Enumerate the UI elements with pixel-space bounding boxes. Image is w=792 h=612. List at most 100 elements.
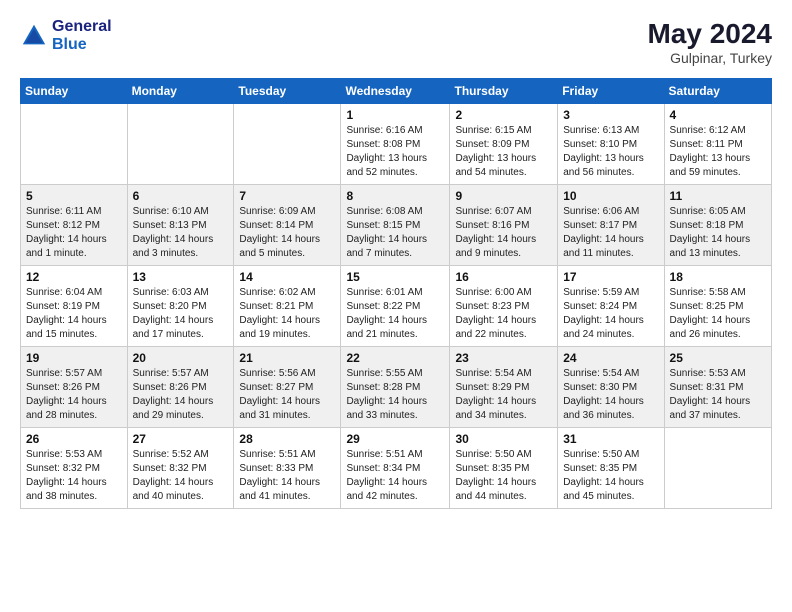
day-info: Sunrise: 6:07 AM Sunset: 8:16 PM Dayligh… bbox=[455, 205, 552, 261]
day-number: 25 bbox=[670, 351, 766, 365]
calendar-cell: 29 Sunrise: 5:51 AM Sunset: 8:34 PM Dayli… bbox=[341, 428, 450, 509]
day-number: 12 bbox=[26, 270, 122, 284]
week-row-1: 1Sunrise: 6:16 AM Sunset: 8:08 PM Daylig… bbox=[21, 104, 772, 185]
day-number: 5 bbox=[26, 189, 122, 203]
calendar-cell: 6Sunrise: 6:10 AM Sunset: 8:13 PM Daylig… bbox=[127, 185, 234, 266]
week-row-2: 5Sunrise: 6:11 AM Sunset: 8:12 PM Daylig… bbox=[21, 185, 772, 266]
calendar-cell: 21Sunrise: 5:56 AM Sunset: 8:27 PM Dayli… bbox=[234, 347, 341, 428]
day-number: 13 bbox=[133, 270, 229, 284]
location: Gulpinar, Turkey bbox=[647, 50, 772, 66]
calendar-cell: 12 Sunrise: 6:04 AM Sunset: 8:19 PM Dayli… bbox=[21, 266, 128, 347]
calendar-cell: 26 Sunrise: 5:53 AM Sunset: 8:32 PM Dayli… bbox=[21, 428, 128, 509]
calendar-cell: 16Sunrise: 6:00 AM Sunset: 8:23 PM Dayli… bbox=[450, 266, 558, 347]
header-monday: Monday bbox=[127, 79, 234, 104]
calendar-cell: 2Sunrise: 6:15 AM Sunset: 8:09 PM Daylig… bbox=[450, 104, 558, 185]
day-info: Sunrise: 5:59 AM Sunset: 8:24 PM Dayligh… bbox=[563, 286, 658, 342]
day-number: 14 bbox=[239, 270, 335, 284]
day-number: 31 bbox=[563, 432, 658, 446]
weekday-header-row: Sunday Monday Tuesday Wednesday Thursday… bbox=[21, 79, 772, 104]
day-info: Sunrise: 5:51 AM Sunset: 8:34 PM Dayligh… bbox=[346, 448, 444, 504]
title-block: May 2024 Gulpinar, Turkey bbox=[647, 18, 772, 66]
calendar-cell bbox=[127, 104, 234, 185]
day-info: Sunrise: 6:13 AM Sunset: 8:10 PM Dayligh… bbox=[563, 124, 658, 180]
day-number: 23 bbox=[455, 351, 552, 365]
day-number: 19 bbox=[26, 351, 122, 365]
day-info: Sunrise: 5:52 AM Sunset: 8:32 PM Dayligh… bbox=[133, 448, 229, 504]
header-wednesday: Wednesday bbox=[341, 79, 450, 104]
calendar-cell: 20Sunrise: 5:57 AM Sunset: 8:26 PM Dayli… bbox=[127, 347, 234, 428]
day-number: 17 bbox=[563, 270, 658, 284]
day-info: Sunrise: 6:08 AM Sunset: 8:15 PM Dayligh… bbox=[346, 205, 444, 261]
day-info: Sunrise: 6:06 AM Sunset: 8:17 PM Dayligh… bbox=[563, 205, 658, 261]
day-info: Sunrise: 6:02 AM Sunset: 8:21 PM Dayligh… bbox=[239, 286, 335, 342]
calendar-cell: 9 Sunrise: 6:07 AM Sunset: 8:16 PM Daylig… bbox=[450, 185, 558, 266]
month-year: May 2024 bbox=[647, 18, 772, 50]
day-number: 6 bbox=[133, 189, 229, 203]
calendar-cell: 22Sunrise: 5:55 AM Sunset: 8:28 PM Dayli… bbox=[341, 347, 450, 428]
calendar-cell: 8 Sunrise: 6:08 AM Sunset: 8:15 PM Daylig… bbox=[341, 185, 450, 266]
calendar-cell: 25 Sunrise: 5:53 AM Sunset: 8:31 PM Dayli… bbox=[664, 347, 771, 428]
header-friday: Friday bbox=[558, 79, 664, 104]
header-tuesday: Tuesday bbox=[234, 79, 341, 104]
day-number: 24 bbox=[563, 351, 658, 365]
day-info: Sunrise: 6:04 AM Sunset: 8:19 PM Dayligh… bbox=[26, 286, 122, 342]
header-sunday: Sunday bbox=[21, 79, 128, 104]
day-number: 3 bbox=[563, 108, 658, 122]
day-number: 28 bbox=[239, 432, 335, 446]
day-number: 9 bbox=[455, 189, 552, 203]
calendar-cell bbox=[21, 104, 128, 185]
day-number: 10 bbox=[563, 189, 658, 203]
day-info: Sunrise: 5:53 AM Sunset: 8:32 PM Dayligh… bbox=[26, 448, 122, 504]
day-info: Sunrise: 5:57 AM Sunset: 8:26 PM Dayligh… bbox=[26, 367, 122, 423]
header-thursday: Thursday bbox=[450, 79, 558, 104]
day-number: 1 bbox=[346, 108, 444, 122]
calendar-cell: 1Sunrise: 6:16 AM Sunset: 8:08 PM Daylig… bbox=[341, 104, 450, 185]
week-row-4: 19 Sunrise: 5:57 AM Sunset: 8:26 PM Dayli… bbox=[21, 347, 772, 428]
calendar-table: Sunday Monday Tuesday Wednesday Thursday… bbox=[20, 78, 772, 509]
day-info: Sunrise: 6:01 AM Sunset: 8:22 PM Dayligh… bbox=[346, 286, 444, 342]
logo-icon bbox=[20, 22, 48, 50]
day-info: Sunrise: 5:58 AM Sunset: 8:25 PM Dayligh… bbox=[670, 286, 766, 342]
day-info: Sunrise: 6:05 AM Sunset: 8:18 PM Dayligh… bbox=[670, 205, 766, 261]
logo-text: General Blue bbox=[52, 18, 112, 53]
calendar-cell: 18 Sunrise: 5:58 AM Sunset: 8:25 PM Dayli… bbox=[664, 266, 771, 347]
day-number: 7 bbox=[239, 189, 335, 203]
calendar-cell: 28 Sunrise: 5:51 AM Sunset: 8:33 PM Dayli… bbox=[234, 428, 341, 509]
day-number: 15 bbox=[346, 270, 444, 284]
week-row-3: 12 Sunrise: 6:04 AM Sunset: 8:19 PM Dayli… bbox=[21, 266, 772, 347]
calendar-cell: 19 Sunrise: 5:57 AM Sunset: 8:26 PM Dayli… bbox=[21, 347, 128, 428]
page: General Blue May 2024 Gulpinar, Turkey S… bbox=[0, 0, 792, 612]
calendar-cell: 7Sunrise: 6:09 AM Sunset: 8:14 PM Daylig… bbox=[234, 185, 341, 266]
day-info: Sunrise: 5:53 AM Sunset: 8:31 PM Dayligh… bbox=[670, 367, 766, 423]
day-number: 11 bbox=[670, 189, 766, 203]
logo: General Blue bbox=[20, 18, 112, 53]
calendar-cell: 17 Sunrise: 5:59 AM Sunset: 8:24 PM Dayli… bbox=[558, 266, 664, 347]
calendar-cell: 10 Sunrise: 6:06 AM Sunset: 8:17 PM Dayli… bbox=[558, 185, 664, 266]
calendar-cell: 5Sunrise: 6:11 AM Sunset: 8:12 PM Daylig… bbox=[21, 185, 128, 266]
day-info: Sunrise: 6:03 AM Sunset: 8:20 PM Dayligh… bbox=[133, 286, 229, 342]
day-info: Sunrise: 5:55 AM Sunset: 8:28 PM Dayligh… bbox=[346, 367, 444, 423]
week-row-5: 26 Sunrise: 5:53 AM Sunset: 8:32 PM Dayli… bbox=[21, 428, 772, 509]
day-info: Sunrise: 5:50 AM Sunset: 8:35 PM Dayligh… bbox=[563, 448, 658, 504]
day-info: Sunrise: 6:00 AM Sunset: 8:23 PM Dayligh… bbox=[455, 286, 552, 342]
day-number: 8 bbox=[346, 189, 444, 203]
day-number: 29 bbox=[346, 432, 444, 446]
header-saturday: Saturday bbox=[664, 79, 771, 104]
day-number: 4 bbox=[670, 108, 766, 122]
day-number: 18 bbox=[670, 270, 766, 284]
day-info: Sunrise: 6:15 AM Sunset: 8:09 PM Dayligh… bbox=[455, 124, 552, 180]
calendar-cell bbox=[664, 428, 771, 509]
day-info: Sunrise: 5:50 AM Sunset: 8:35 PM Dayligh… bbox=[455, 448, 552, 504]
day-info: Sunrise: 5:56 AM Sunset: 8:27 PM Dayligh… bbox=[239, 367, 335, 423]
calendar-cell: 24 Sunrise: 5:54 AM Sunset: 8:30 PM Dayli… bbox=[558, 347, 664, 428]
calendar-cell: 13 Sunrise: 6:03 AM Sunset: 8:20 PM Dayli… bbox=[127, 266, 234, 347]
calendar-cell: 30Sunrise: 5:50 AM Sunset: 8:35 PM Dayli… bbox=[450, 428, 558, 509]
calendar-cell bbox=[234, 104, 341, 185]
day-info: Sunrise: 5:57 AM Sunset: 8:26 PM Dayligh… bbox=[133, 367, 229, 423]
calendar-cell: 3 Sunrise: 6:13 AM Sunset: 8:10 PM Daylig… bbox=[558, 104, 664, 185]
day-number: 26 bbox=[26, 432, 122, 446]
day-info: Sunrise: 5:54 AM Sunset: 8:30 PM Dayligh… bbox=[563, 367, 658, 423]
header: General Blue May 2024 Gulpinar, Turkey bbox=[20, 18, 772, 66]
day-info: Sunrise: 5:51 AM Sunset: 8:33 PM Dayligh… bbox=[239, 448, 335, 504]
calendar-cell: 14 Sunrise: 6:02 AM Sunset: 8:21 PM Dayli… bbox=[234, 266, 341, 347]
